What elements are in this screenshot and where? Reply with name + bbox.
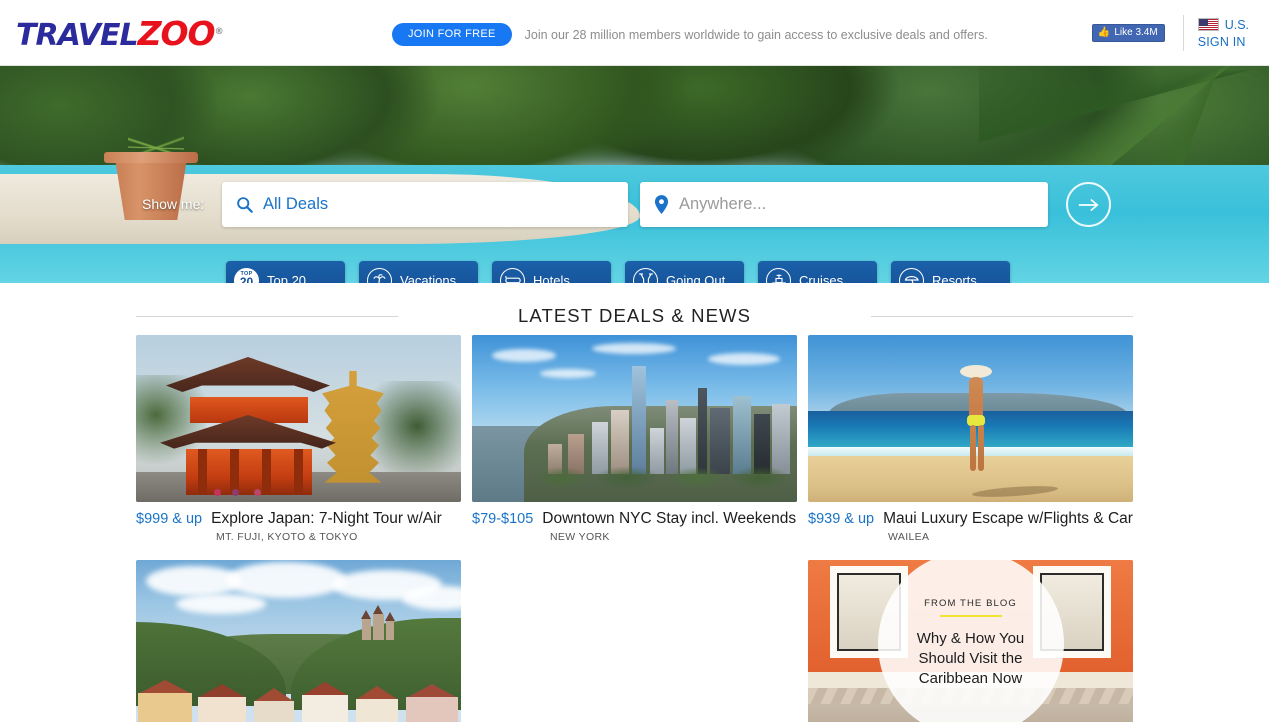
blog-image-caribbean[interactable]: FROM THE BLOG Why & How You Should Visit… <box>808 560 1133 722</box>
deal-title-japan: Explore Japan: 7-Night Tour w/Air <box>211 510 442 527</box>
hilltop-castle <box>358 605 398 640</box>
hero-background-image <box>0 66 1269 283</box>
beach-umbrella-icon <box>899 267 924 283</box>
deal-image-village[interactable] <box>136 560 461 722</box>
facebook-like-button[interactable]: 👍 Like 3.4M <box>1091 24 1165 42</box>
category-button-vacations[interactable]: Vacations <box>359 261 478 283</box>
blog-kicker-underline <box>939 615 1002 617</box>
deals-search-value: All Deals <box>263 195 329 213</box>
deal-location-nyc: NEW YORK <box>550 531 610 543</box>
deal-location-japan: MT. FUJI, KYOTO & TOKYO <box>216 531 358 543</box>
logo-text-travel: TRAVEL <box>16 18 139 53</box>
category-label-resorts: Resorts <box>932 272 977 284</box>
deal-title-maui: Maui Luxury Escape w/Flights & Car <box>883 510 1133 527</box>
deal-price-nyc: $79-$105 <box>472 511 534 527</box>
join-promo-group: JOIN FOR FREE Join our 28 million member… <box>392 23 988 46</box>
maui-beach-illustration <box>808 335 1133 502</box>
locale-selector[interactable]: U.S. <box>1197 17 1249 32</box>
locale-group: U.S. SIGN IN <box>1197 17 1269 49</box>
deal-meta-nyc: $79-$105 Downtown NYC Stay incl. Weekend… <box>472 502 797 543</box>
grid-spacer <box>472 560 797 722</box>
deal-title-nyc: Downtown NYC Stay incl. Weekends <box>542 510 797 527</box>
logo-text-zoo: ZOO <box>137 14 216 53</box>
european-village-illustration <box>136 560 461 722</box>
deals-search-field[interactable]: All Deals <box>222 182 628 227</box>
terracotta-pot-rim <box>104 152 198 163</box>
deal-card-japan[interactable]: $999 & up Explore Japan: 7-Night Tour w/… <box>136 335 461 543</box>
search-submit-button[interactable] <box>1066 182 1111 227</box>
category-button-going-out[interactable]: Going Out <box>625 261 744 283</box>
sign-in-link[interactable]: SIGN IN <box>1198 35 1246 49</box>
category-button-row: TOP 20 Top 20 Vacations Hotels Going Out… <box>226 261 1010 283</box>
top20-icon: TOP 20 <box>234 267 259 283</box>
nyc-skyline-illustration <box>472 335 797 502</box>
registered-trademark-icon: ® <box>214 27 224 37</box>
category-label-cruises: Cruises <box>799 272 844 284</box>
deal-image-maui[interactable] <box>808 335 1133 502</box>
bed-icon <box>500 267 525 283</box>
header-divider <box>1182 15 1184 51</box>
category-button-top-20[interactable]: TOP 20 Top 20 <box>226 261 345 283</box>
champagne-glasses-icon <box>633 267 658 283</box>
deal-image-japan[interactable] <box>136 335 461 502</box>
header-right-group: 👍 Like 3.4M U.S. SIGN IN <box>1091 0 1269 66</box>
section-title: LATEST DEALS & NEWS <box>501 305 768 327</box>
category-label-going-out: Going Out <box>666 272 726 284</box>
deal-meta-japan: $999 & up Explore Japan: 7-Night Tour w/… <box>136 502 461 543</box>
thumbs-up-icon: 👍 <box>1097 26 1111 38</box>
category-label-vacations: Vacations <box>400 272 457 284</box>
deal-card-nyc[interactable]: $79-$105 Downtown NYC Stay incl. Weekend… <box>472 335 797 543</box>
palm-tree-icon <box>367 267 392 283</box>
deal-meta-maui: $939 & up Maui Luxury Escape w/Flights &… <box>808 502 1133 543</box>
top-header-bar: TRAVELZOO® JOIN FOR FREE Join our 28 mil… <box>0 0 1269 66</box>
cruise-ship-icon <box>766 267 791 283</box>
travelzoo-logo[interactable]: TRAVELZOO® <box>16 14 224 53</box>
location-search-field[interactable]: Anywhere... <box>640 182 1048 227</box>
search-icon <box>236 196 253 213</box>
deal-card-maui[interactable]: $939 & up Maui Luxury Escape w/Flights &… <box>808 335 1133 543</box>
us-flag-icon <box>1197 18 1219 31</box>
latest-deals-section-header: LATEST DEALS & NEWS <box>0 297 1269 335</box>
deal-image-nyc[interactable] <box>472 335 797 502</box>
blog-overlay-circle: FROM THE BLOG Why & How You Should Visit… <box>877 560 1064 722</box>
blog-headline: Why & How You Should Visit the Caribbean… <box>916 630 1025 687</box>
japanese-temple-illustration <box>136 335 461 502</box>
category-button-hotels[interactable]: Hotels <box>492 261 611 283</box>
section-rule-right <box>871 316 1133 317</box>
locale-label: U.S. <box>1224 17 1249 32</box>
section-rule-left <box>136 316 398 317</box>
deal-location-maui: WAILEA <box>888 531 930 543</box>
category-label-hotels: Hotels <box>533 272 570 284</box>
hero-banner: Show me: All Deals Anywhere... TOP 20 To… <box>0 66 1269 283</box>
blog-card-caribbean[interactable]: FROM THE BLOG Why & How You Should Visit… <box>808 560 1133 722</box>
join-promo-text: Join our 28 million members worldwide to… <box>524 27 988 42</box>
facebook-like-count: Like 3.4M <box>1114 27 1158 38</box>
map-pin-icon <box>654 195 669 214</box>
deal-price-maui: $939 & up <box>808 511 875 527</box>
category-label-top-20: Top 20 <box>267 272 307 284</box>
blog-kicker-label: FROM THE BLOG <box>924 598 1017 609</box>
top20-icon-number: 20 <box>239 275 254 283</box>
show-me-label: Show me: <box>142 196 205 212</box>
deal-card-village[interactable] <box>136 560 461 722</box>
deal-price-japan: $999 & up <box>136 511 203 527</box>
arrow-right-icon <box>1078 198 1099 211</box>
category-button-resorts[interactable]: Resorts <box>891 261 1010 283</box>
join-for-free-button[interactable]: JOIN FOR FREE <box>392 23 512 46</box>
location-placeholder: Anywhere... <box>679 195 767 213</box>
category-button-cruises[interactable]: Cruises <box>758 261 877 283</box>
deals-grid: $999 & up Explore Japan: 7-Night Tour w/… <box>136 335 1133 722</box>
